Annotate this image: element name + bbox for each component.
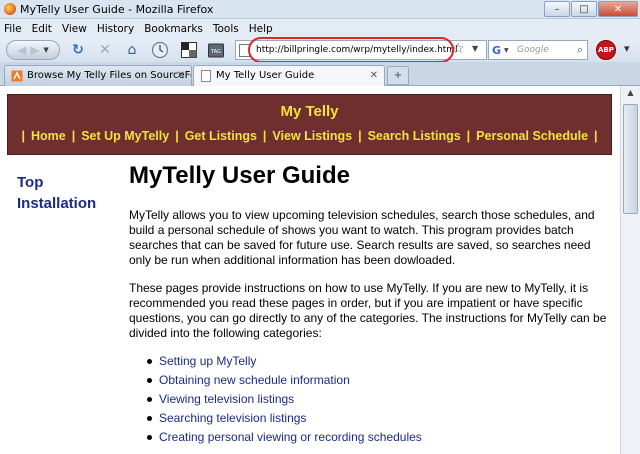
reload-icon[interactable]: ↻	[68, 40, 88, 60]
sidebar-link-installation[interactable]: Installation	[17, 195, 96, 212]
close-window-button[interactable]: ✕	[598, 1, 638, 17]
clock-icon[interactable]	[149, 40, 171, 60]
main-article: MyTelly User Guide MyTelly allows you to…	[129, 162, 609, 449]
tab-sourceforge[interactable]: Browse My Telly Files on SourceFor... ✕	[4, 65, 192, 86]
menu-bookmarks[interactable]: Bookmarks	[144, 23, 203, 35]
search-engine-icon[interactable]: G	[492, 44, 501, 57]
category-link-setup[interactable]: Setting up MyTelly	[147, 354, 609, 368]
close-tab-icon[interactable]: ✕	[370, 70, 378, 81]
back-arrow-icon[interactable]: ◀	[17, 43, 26, 57]
nav-link-personal-schedule[interactable]: Personal Schedule	[476, 129, 588, 143]
tab-label: My Telly User Guide	[216, 70, 315, 81]
history-dropdown-icon[interactable]: ▼	[43, 46, 48, 54]
window-controls: – □ ✕	[543, 1, 638, 17]
tab-strip: Browse My Telly Files on SourceFor... ✕ …	[0, 62, 640, 86]
maximize-button[interactable]: □	[571, 1, 597, 17]
home-icon[interactable]: ⌂	[122, 40, 142, 60]
stop-icon[interactable]: ✕	[95, 40, 115, 60]
url-dropdown-icon[interactable]: ▼	[472, 44, 478, 53]
sidebar: Top Installation	[17, 174, 96, 216]
page-icon	[239, 44, 250, 57]
sidebar-link-top[interactable]: Top	[17, 174, 96, 191]
scrollbar-thumb[interactable]	[623, 104, 638, 214]
search-box[interactable]: G ▼ Google ⌕	[488, 40, 588, 60]
page-favicon-icon	[201, 70, 211, 82]
category-link-schedule-info[interactable]: Obtaining new schedule information	[147, 373, 609, 387]
tag-icon[interactable]: TAG	[205, 40, 227, 60]
menu-file[interactable]: File	[4, 23, 22, 35]
category-list: Setting up MyTelly Obtaining new schedul…	[147, 354, 609, 444]
window-titlebar: MyTelly User Guide - Mozilla Firefox – □…	[0, 0, 640, 19]
minimize-button[interactable]: –	[544, 1, 570, 17]
page-content: My Telly | Home | Set Up MyTelly | Get Listin…	[0, 86, 620, 454]
nav-link-view-listings[interactable]: View Listings	[272, 129, 352, 143]
sourceforge-favicon-icon	[11, 70, 23, 82]
menu-view[interactable]: View	[62, 23, 87, 35]
intro-paragraph: MyTelly allows you to view upcoming tele…	[129, 208, 595, 267]
back-forward-button[interactable]: ◀ ▶ ▼	[6, 40, 60, 60]
site-nav: | Home | Set Up MyTelly | Get Listings | View L…	[21, 129, 598, 143]
menu-edit[interactable]: Edit	[32, 23, 52, 35]
close-tab-icon[interactable]: ✕	[177, 70, 185, 81]
category-link-searching[interactable]: Searching television listings	[147, 411, 609, 425]
nav-link-setup[interactable]: Set Up MyTelly	[81, 129, 169, 143]
menu-bar: File Edit View History Bookmarks Tools H…	[0, 19, 640, 38]
menu-help[interactable]: Help	[249, 23, 273, 35]
url-text[interactable]: http://billpringle.com/wrp/mytelly/index…	[256, 45, 458, 55]
vertical-scrollbar[interactable]: ▲	[620, 86, 640, 454]
forward-arrow-icon[interactable]: ▶	[30, 43, 39, 57]
firefox-logo-icon	[4, 3, 16, 15]
nav-link-home[interactable]: Home	[31, 129, 66, 143]
tab-mytelly-guide[interactable]: My Telly User Guide ✕	[193, 65, 385, 86]
adblock-icon[interactable]: ABP	[596, 40, 616, 60]
site-title: My Telly	[280, 103, 339, 120]
bookmark-star-icon[interactable]: ☆	[452, 41, 465, 57]
tab-label: Browse My Telly Files on SourceFor...	[27, 70, 192, 81]
page-heading: MyTelly User Guide	[129, 162, 350, 189]
nav-link-get-listings[interactable]: Get Listings	[185, 129, 257, 143]
screenshot-icon[interactable]	[178, 40, 200, 60]
instructions-paragraph: These pages provide instructions on how …	[129, 281, 607, 340]
site-banner: My Telly | Home | Set Up MyTelly | Get Listin…	[7, 94, 612, 155]
search-engine-dropdown-icon[interactable]: ▼	[504, 47, 509, 54]
svg-text:TAG: TAG	[210, 49, 221, 55]
category-link-viewing[interactable]: Viewing television listings	[147, 392, 609, 406]
new-tab-button[interactable]: +	[387, 66, 409, 85]
menu-tools[interactable]: Tools	[213, 23, 239, 35]
category-link-personal-schedules[interactable]: Creating personal viewing or recording s…	[147, 430, 609, 444]
address-bar[interactable]: http://billpringle.com/wrp/mytelly/index…	[235, 40, 487, 60]
menu-history[interactable]: History	[97, 23, 134, 35]
search-placeholder[interactable]: Google	[517, 45, 549, 55]
adblock-dropdown-icon[interactable]: ▾	[624, 42, 630, 55]
scroll-up-icon[interactable]: ▲	[623, 88, 638, 103]
window-title: MyTelly User Guide - Mozilla Firefox	[20, 3, 214, 16]
nav-link-search-listings[interactable]: Search Listings	[368, 129, 461, 143]
search-icon[interactable]: ⌕	[577, 43, 583, 57]
